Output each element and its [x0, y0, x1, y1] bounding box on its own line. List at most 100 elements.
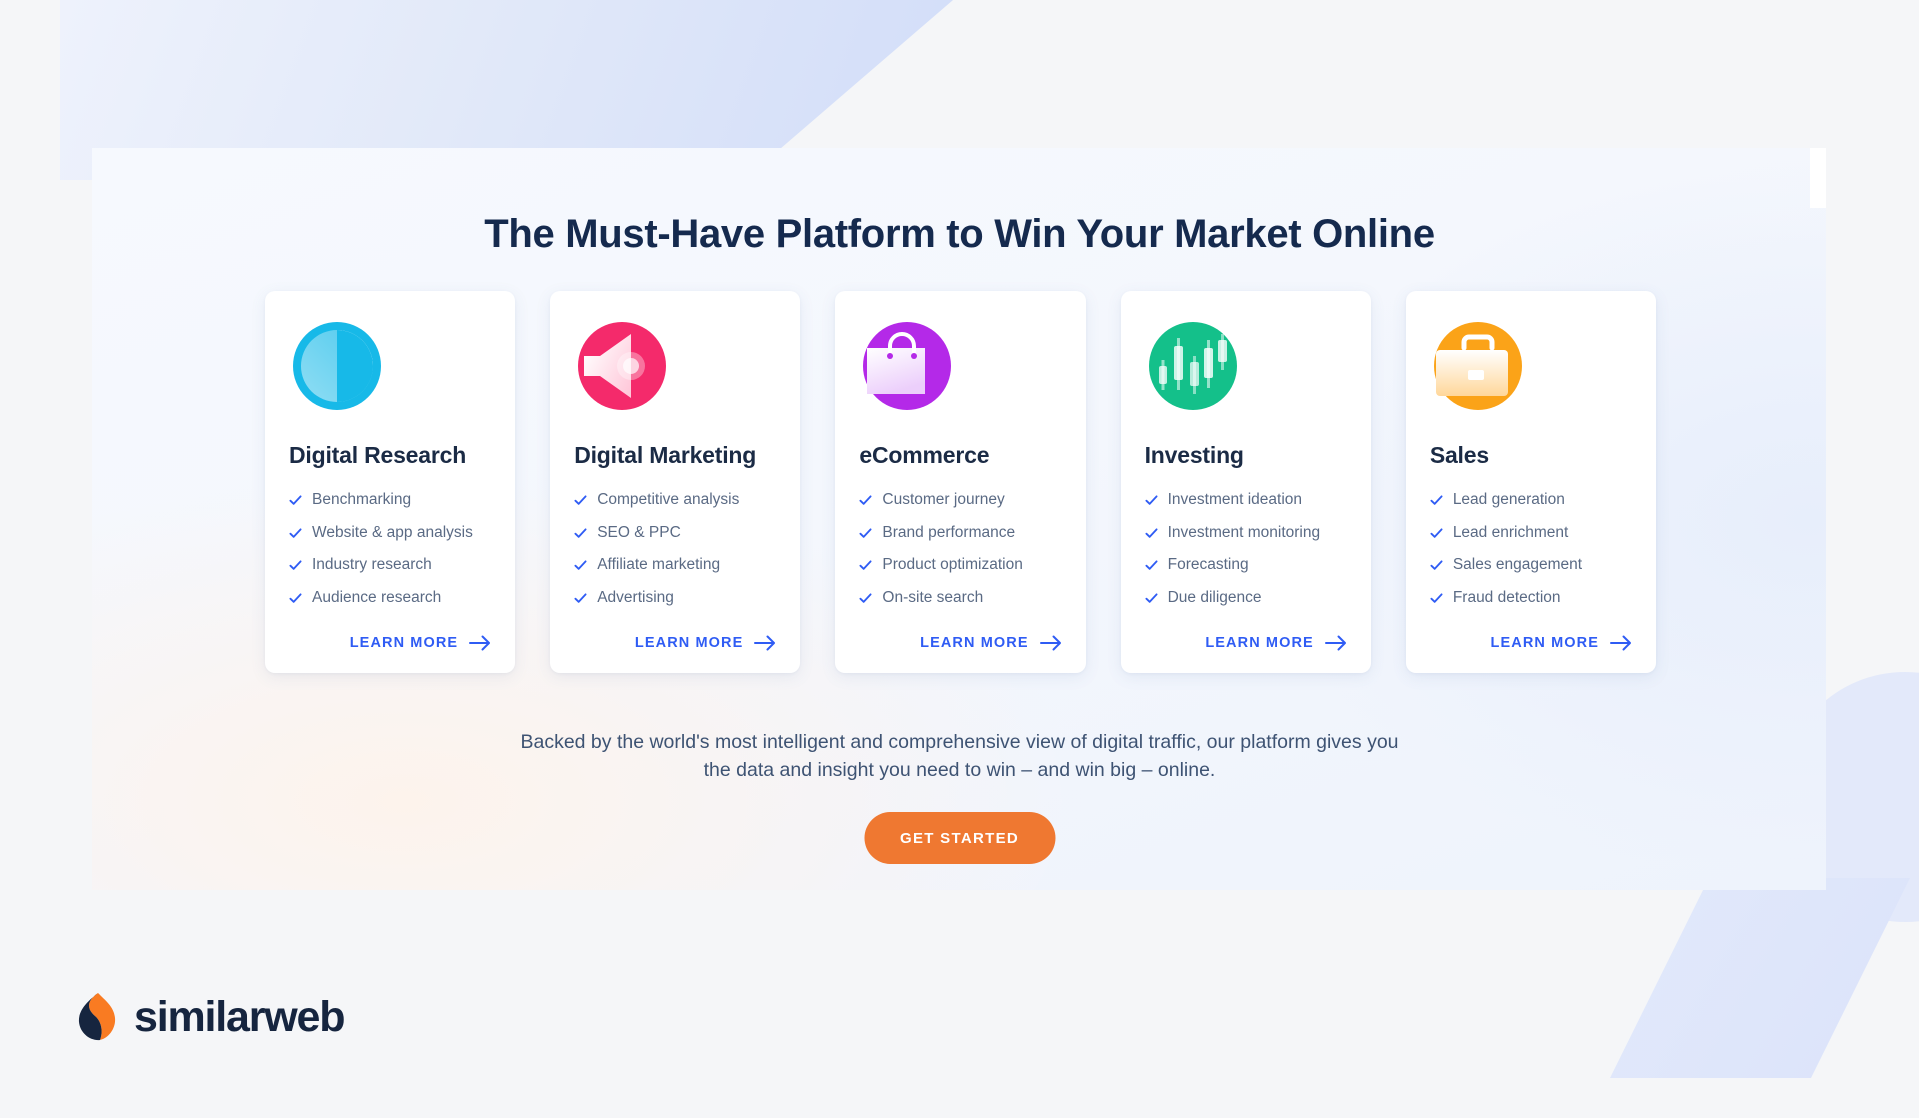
- candlestick-chart-icon: [1145, 318, 1241, 414]
- card-title: Sales: [1429, 442, 1489, 468]
- learn-more-label: LEARN MORE: [920, 635, 1029, 652]
- feature-label: Affiliate marketing: [597, 556, 721, 574]
- check-icon: [1145, 559, 1158, 572]
- check-icon: [1145, 592, 1158, 605]
- feature-item: Benchmarking: [289, 491, 491, 510]
- card-title: Digital Marketing: [574, 442, 757, 468]
- solution-card[interactable]: Digital Research Benchmarking Website & …: [265, 291, 516, 674]
- pie-chart-icon: [289, 318, 385, 414]
- check-icon: [574, 559, 587, 572]
- learn-more-label: LEARN MORE: [1490, 635, 1600, 652]
- feature-label: Customer journey: [882, 491, 1005, 508]
- feature-item: Competitive analysis: [574, 491, 776, 510]
- check-icon: [1430, 559, 1443, 572]
- feature-item: On-site search: [859, 589, 1061, 608]
- arrow-right-icon: [1610, 635, 1632, 651]
- feature-list: Customer journey Brand performance Produ…: [859, 491, 1061, 621]
- feature-label: Lead enrichment: [1452, 523, 1569, 541]
- feature-label: Brand performance: [882, 523, 1016, 541]
- feature-item: Due diligence: [1145, 589, 1347, 608]
- learn-more-link[interactable]: LEARN MORE: [920, 621, 1061, 651]
- feature-list: Investment ideation Investment monitorin…: [1145, 491, 1347, 621]
- feature-item: Investment ideation: [1145, 491, 1347, 510]
- feature-item: Sales engagement: [1430, 556, 1632, 575]
- feature-label: SEO & PPC: [597, 523, 681, 541]
- check-icon: [859, 494, 872, 507]
- arrow-right-icon: [1039, 635, 1062, 651]
- check-icon: [1145, 527, 1158, 540]
- check-icon: [1145, 494, 1158, 507]
- feature-item: SEO & PPC: [574, 524, 776, 543]
- feature-label: Fraud detection: [1452, 588, 1561, 606]
- learn-more-link[interactable]: LEARN MORE: [1491, 621, 1632, 651]
- feature-item: Lead enrichment: [1430, 524, 1632, 543]
- feature-item: Website & app analysis: [289, 524, 491, 543]
- check-icon: [574, 592, 587, 605]
- shopping-bag-icon: [859, 318, 955, 414]
- check-icon: [289, 559, 302, 572]
- learn-more-label: LEARN MORE: [349, 635, 459, 652]
- arrow-right-icon: [1324, 635, 1347, 651]
- check-icon: [289, 494, 302, 507]
- feature-item: Audience research: [289, 589, 491, 608]
- get-started-button[interactable]: GET STARTED: [863, 812, 1056, 864]
- page-title: The Must-Have Platform to Win Your Marke…: [484, 212, 1435, 256]
- feature-label: Industry research: [312, 556, 432, 574]
- check-icon: [1430, 592, 1443, 605]
- megaphone-icon: [574, 318, 670, 414]
- solution-card[interactable]: eCommerce Customer journey Brand perform…: [835, 291, 1086, 674]
- feature-label: Advertising: [597, 588, 674, 606]
- feature-label: Competitive analysis: [597, 491, 740, 508]
- check-icon: [1430, 527, 1443, 540]
- similarweb-logo[interactable]: similarweb: [76, 992, 345, 1042]
- check-icon: [1430, 494, 1443, 507]
- feature-label: Investment ideation: [1167, 491, 1303, 508]
- feature-item: Customer journey: [859, 491, 1061, 510]
- solution-cards-row: Digital Research Benchmarking Website & …: [265, 291, 1657, 674]
- panel-edge-accent: [1810, 148, 1826, 208]
- feature-label: On-site search: [882, 588, 984, 606]
- feature-label: Due diligence: [1167, 588, 1262, 606]
- learn-more-label: LEARN MORE: [1205, 635, 1314, 652]
- feature-item: Product optimization: [859, 556, 1061, 575]
- briefcase-icon: [1430, 318, 1526, 414]
- arrow-right-icon: [754, 635, 776, 651]
- solution-card[interactable]: Investing Investment ideation Investment…: [1120, 291, 1371, 674]
- supporting-copy: Backed by the world's most intelligent a…: [520, 731, 1399, 782]
- feature-label: Sales engagement: [1452, 556, 1583, 574]
- decorative-parallelogram-bottom-right: [1610, 878, 1910, 1078]
- feature-list: Lead generation Lead enrichment Sales en…: [1430, 491, 1632, 621]
- solution-card[interactable]: Sales Lead generation Lead enrichment Sa…: [1405, 291, 1657, 674]
- learn-more-link[interactable]: LEARN MORE: [635, 621, 776, 651]
- learn-more-link[interactable]: LEARN MORE: [350, 621, 491, 651]
- similarweb-logo-mark-icon: [78, 993, 116, 1041]
- arrow-right-icon: [469, 635, 491, 651]
- learn-more-link[interactable]: LEARN MORE: [1205, 621, 1346, 651]
- card-title: Digital Research: [289, 442, 467, 468]
- feature-item: Forecasting: [1145, 556, 1347, 575]
- feature-label: Benchmarking: [312, 491, 412, 508]
- feature-label: Investment monitoring: [1167, 523, 1321, 541]
- feature-item: Lead generation: [1430, 491, 1632, 510]
- solution-card[interactable]: Digital Marketing Competitive analysis S…: [550, 291, 801, 674]
- check-icon: [859, 592, 872, 605]
- feature-item: Advertising: [574, 589, 776, 608]
- check-icon: [859, 559, 872, 572]
- feature-item: Industry research: [289, 556, 491, 575]
- feature-item: Investment monitoring: [1145, 524, 1347, 543]
- card-title: Investing: [1144, 442, 1244, 468]
- feature-label: Audience research: [312, 588, 442, 606]
- check-icon: [289, 592, 302, 605]
- check-icon: [574, 494, 587, 507]
- check-icon: [289, 527, 302, 540]
- feature-label: Lead generation: [1452, 491, 1565, 508]
- feature-list: Competitive analysis SEO & PPC Affiliate…: [574, 491, 776, 621]
- feature-list: Benchmarking Website & app analysis Indu…: [289, 491, 491, 621]
- feature-item: Affiliate marketing: [574, 556, 776, 575]
- feature-label: Website & app analysis: [312, 523, 473, 541]
- feature-label: Product optimization: [882, 556, 1023, 574]
- learn-more-label: LEARN MORE: [634, 635, 744, 652]
- feature-label: Forecasting: [1167, 556, 1249, 574]
- check-icon: [574, 527, 587, 540]
- page-root: The Must-Have Platform to Win Your Marke…: [0, 0, 1919, 1118]
